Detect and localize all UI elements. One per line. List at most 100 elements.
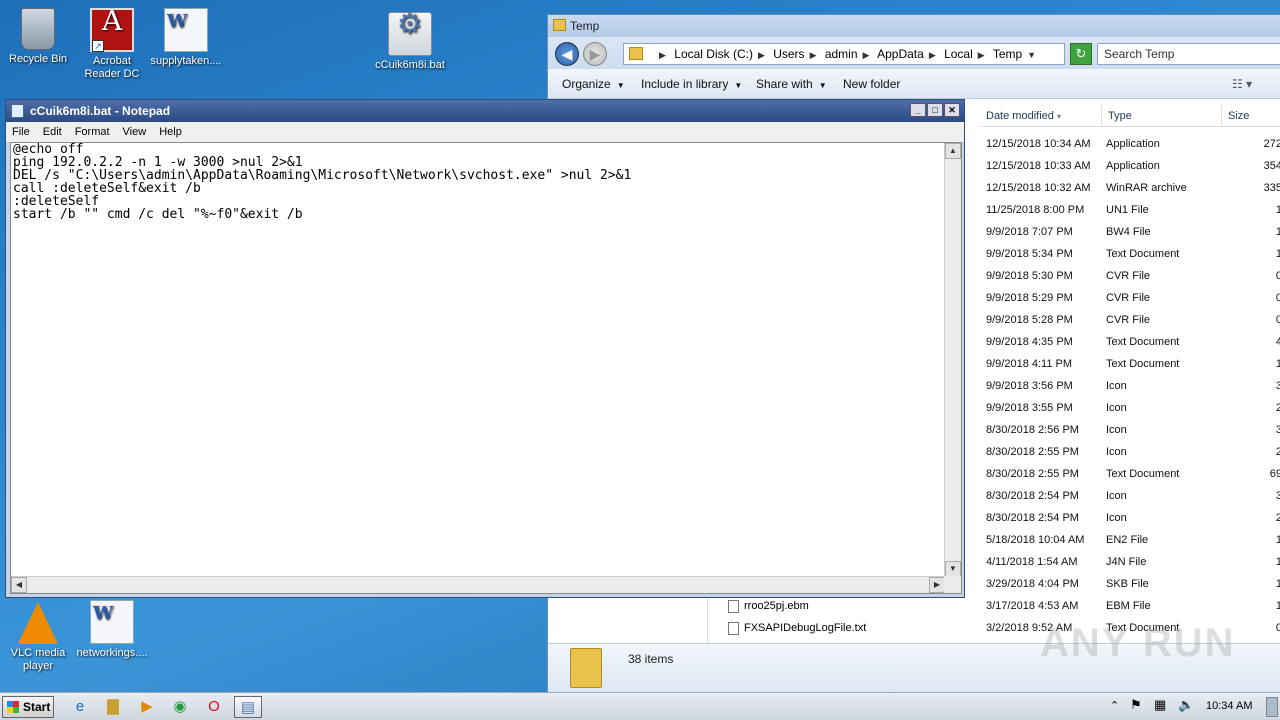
desktop-icon-vlc[interactable]: VLC media player [0,602,76,673]
editor-content[interactable]: @echo off ping 192.0.2.2 -n 1 -w 3000 >n… [13,143,943,221]
type-cell: Icon [1106,402,1127,414]
desktop-icon-batch-file[interactable]: cCuik6m8i.bat [372,12,448,72]
minimize-button[interactable]: _ [910,103,926,117]
clock[interactable]: 10:34 AM [1206,700,1252,712]
menu-bar: File Edit Format View Help [6,122,964,142]
date-cell: 9/9/2018 3:56 PM [986,380,1073,392]
date-cell: 12/15/2018 10:32 AM [986,182,1091,194]
media-player-icon[interactable]: ▶ [133,696,161,718]
scroll-left-icon[interactable]: ◀ [11,577,27,593]
column-header-size[interactable]: Size [1222,105,1280,127]
date-cell: 5/18/2018 10:04 AM [986,534,1085,546]
maximize-button[interactable]: □ [927,103,943,117]
type-cell: Application [1106,160,1160,172]
breadcrumb-item[interactable]: Users [773,47,804,61]
breadcrumb-item[interactable]: Temp [993,47,1022,61]
size-cell: 4 [1275,336,1280,348]
text-editor[interactable]: @echo off ping 192.0.2.2 -n 1 -w 3000 >n… [10,142,962,594]
volume-icon[interactable]: 🔈 [1178,697,1194,713]
type-cell: Icon [1106,424,1127,436]
date-cell: 9/9/2018 4:35 PM [986,336,1073,348]
menu-edit[interactable]: Edit [43,122,62,142]
vertical-scrollbar[interactable]: ▲ ▼ [944,143,961,577]
show-desktop-button[interactable] [1266,697,1278,717]
forward-button[interactable]: ▶ [583,42,607,66]
explorer-title: Temp [570,19,600,33]
size-cell: 335 [1263,182,1280,194]
menu-format[interactable]: Format [75,122,110,142]
horizontal-scrollbar[interactable]: ◀ ▶ [11,576,945,593]
refresh-icon[interactable]: ↻ [1070,43,1092,65]
desktop-icon-supplytaken[interactable]: supplytaken.... [148,8,224,68]
desktop-icon-acrobat[interactable]: ↗ Acrobat Reader DC [74,8,150,81]
network-icon[interactable]: ▦ [1154,697,1166,713]
share-with-button[interactable]: Share with ▼ [756,77,827,91]
size-cell: 0 [1275,270,1280,282]
breadcrumb-item[interactable]: admin [825,47,858,61]
organize-button[interactable]: Organize ▼ [562,77,625,91]
close-button[interactable]: ✕ [944,103,960,117]
opera-icon[interactable]: O [200,696,228,718]
menu-help[interactable]: Help [159,122,182,142]
file-icon [728,599,739,613]
include-in-library-button[interactable]: Include in library ▼ [641,77,742,91]
file-explorer-icon[interactable]: ▇ [99,696,127,718]
type-cell: UN1 File [1106,204,1149,216]
notepad-taskbar-icon[interactable]: ▤ [234,696,262,718]
sort-arrow-icon: ▾ [1056,112,1061,121]
scroll-right-icon[interactable]: ▶ [929,577,945,593]
size-cell: 69 [1269,468,1280,480]
chevron-down-icon: ▼ [1027,50,1037,60]
chevron-down-icon: ▼ [616,81,625,90]
flag-icon[interactable]: ⚑ [1130,697,1142,713]
breadcrumb-item[interactable]: Local Disk (C:) [674,47,753,61]
desktop-icon-label: player [23,660,53,672]
type-cell: Icon [1106,512,1127,524]
desktop-icon-label: Reader DC [84,68,140,80]
chevron-down-icon: ▼ [734,81,743,90]
breadcrumb-item[interactable]: AppData [877,47,924,61]
breadcrumb[interactable]: ▶ Local Disk (C:) ▶ Users ▶ admin ▶ AppData… [623,43,1065,65]
chevron-right-icon: ▶ [757,50,765,60]
tray-expand-icon[interactable]: ⌃ [1110,699,1119,712]
desktop-icon-label: Acrobat [93,55,131,67]
desktop-icon-recycle-bin[interactable]: Recycle Bin [0,8,76,66]
internet-explorer-icon[interactable]: e [66,696,94,718]
folder-icon [553,19,566,31]
breadcrumb-item[interactable]: Local [944,47,973,61]
back-button[interactable]: ◀ [555,42,579,66]
type-cell: EN2 File [1106,534,1149,546]
search-input[interactable]: Search Temp [1097,43,1280,65]
file-name-label: FXSAPIDebugLogFile.txt [744,622,867,634]
watermark: ANY RUN [1040,621,1236,665]
size-cell: 1 [1275,556,1280,568]
type-cell: EBM File [1106,600,1151,612]
start-button[interactable]: Start [2,696,54,718]
menu-file[interactable]: File [12,122,30,142]
column-header-date[interactable]: Date modified ▾ [980,105,1102,127]
column-label: Date modified [986,110,1054,122]
new-folder-button[interactable]: New folder [843,77,900,91]
date-cell: 9/9/2018 3:55 PM [986,402,1073,414]
type-cell: BW4 File [1106,226,1151,238]
date-cell: 8/30/2018 2:54 PM [986,512,1079,524]
view-options-icon[interactable]: ☷ ▾ [1232,77,1252,91]
menu-view[interactable]: View [123,122,147,142]
desktop-icon-networkings[interactable]: networkings.... [74,600,150,660]
type-cell: J4N File [1106,556,1147,568]
folder-icon [629,47,643,60]
column-header-type[interactable]: Type [1102,105,1222,127]
scroll-up-icon[interactable]: ▲ [945,143,961,159]
vlc-icon [18,602,58,644]
chevron-down-icon: ▼ [818,81,827,90]
item-count: 38 items [628,652,674,666]
file-name[interactable]: FXSAPIDebugLogFile.txt [728,617,866,639]
notepad-titlebar[interactable]: cCuik6m8i.bat - Notepad _ □ ✕ [6,100,964,122]
date-cell: 8/30/2018 2:55 PM [986,446,1079,458]
scroll-down-icon[interactable]: ▼ [945,561,961,577]
chrome-icon[interactable]: ◉ [166,696,194,718]
explorer-titlebar[interactable]: Temp [548,15,1280,37]
acrobat-icon: ↗ [90,8,134,52]
file-name[interactable]: rroo25pj.ebm [728,595,809,617]
chevron-right-icon: ▶ [659,50,666,60]
